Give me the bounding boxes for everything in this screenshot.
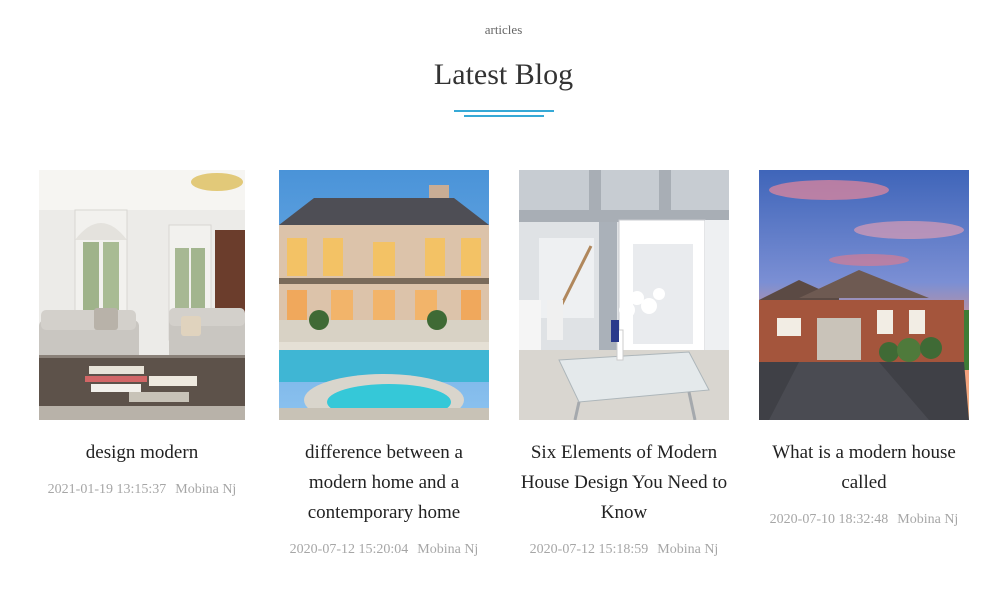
blog-card-3-title[interactable]: Six Elements of Modern House Design You … <box>519 438 729 528</box>
blog-card-2-author: Mobina Nj <box>417 542 479 557</box>
blog-card-1-title[interactable]: design modern <box>39 438 245 468</box>
blog-card-2-title[interactable]: difference between a modern home and a c… <box>279 438 489 528</box>
blog-card-1-date: 2021-01-19 13:15:37 <box>47 482 167 497</box>
blog-card-4-author: Mobina Nj <box>897 512 959 527</box>
blog-card-4-date: 2020-07-10 18:32:48 <box>769 512 889 527</box>
blog-card-3-image[interactable] <box>519 170 729 420</box>
blog-card-2-date: 2020-07-12 15:20:04 <box>289 542 409 557</box>
blog-card-2[interactable]: difference between a modern home and a c… <box>279 170 489 558</box>
blog-card-4-image[interactable] <box>759 170 969 420</box>
blog-card-4[interactable]: What is a modern house called 2020-07-10… <box>759 170 969 528</box>
blog-section-eyebrow: articles <box>484 22 523 37</box>
blog-card-1[interactable]: design modern 2021-01-19 13:15:37 Mobina … <box>39 170 245 498</box>
title-underline-divider <box>454 110 554 118</box>
blog-card-2-image[interactable] <box>279 170 489 420</box>
blog-card-3[interactable]: Six Elements of Modern House Design You … <box>519 170 729 558</box>
blog-card-1-author: Mobina Nj <box>175 482 237 497</box>
blog-card-3-author: Mobina Nj <box>657 542 719 557</box>
blog-card-3-date: 2020-07-12 15:18:59 <box>529 542 649 557</box>
blog-card-3-meta: 2020-07-12 15:18:59 Mobina Nj <box>519 542 729 558</box>
blog-card-4-meta: 2020-07-10 18:32:48 Mobina Nj <box>759 512 969 528</box>
blog-section-title: Latest Blog <box>433 58 574 91</box>
blog-card-4-title[interactable]: What is a modern house called <box>759 438 969 498</box>
blog-card-1-image[interactable] <box>39 170 245 420</box>
blog-card-1-meta: 2021-01-19 13:15:37 Mobina Nj <box>39 482 245 498</box>
blog-card-2-meta: 2020-07-12 15:20:04 Mobina Nj <box>279 542 489 558</box>
